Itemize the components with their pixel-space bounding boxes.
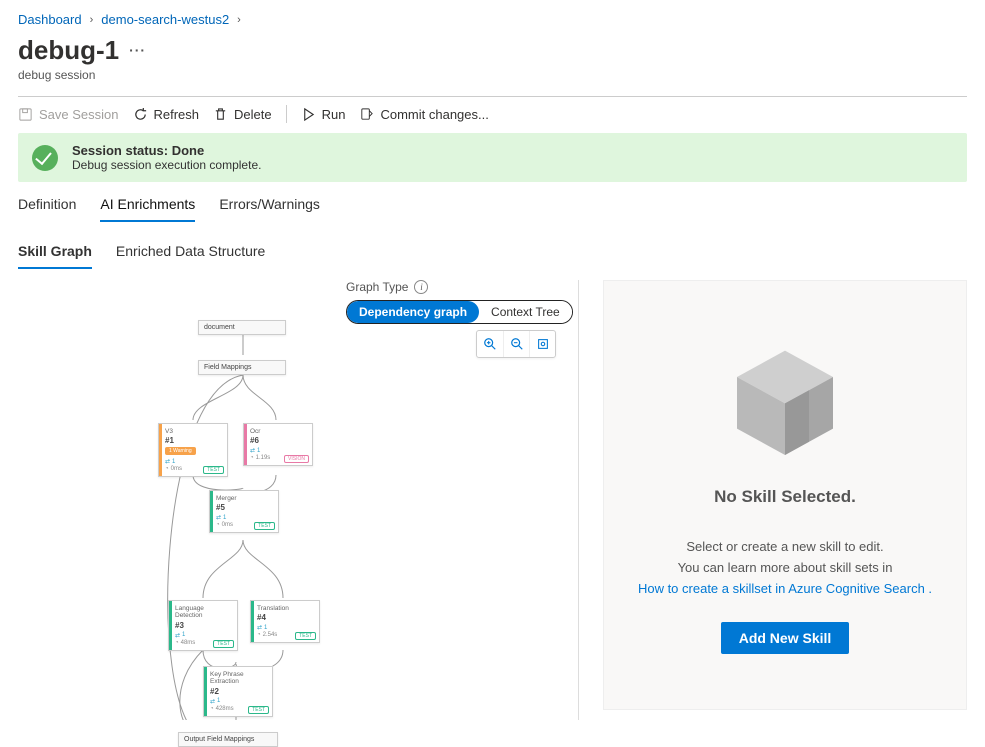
- node-output-field-mappings[interactable]: Output Field Mappings: [178, 732, 278, 747]
- no-skill-heading: No Skill Selected.: [714, 487, 856, 507]
- tab-errors-warnings[interactable]: Errors/Warnings: [219, 190, 320, 222]
- trash-icon: [213, 107, 228, 122]
- status-description: Debug session execution complete.: [72, 158, 261, 172]
- breadcrumb: Dashboard › demo-search-westus2 ›: [18, 12, 967, 27]
- page-title: debug-1: [18, 35, 119, 66]
- node-skill-6[interactable]: Ocr #6 ⇄ 1 ◔ 1.19s VISION: [243, 423, 313, 466]
- breadcrumb-dashboard[interactable]: Dashboard: [18, 12, 82, 27]
- no-skill-msg-1: Select or create a new skill to edit.: [686, 539, 883, 554]
- chevron-right-icon: ›: [237, 14, 241, 26]
- no-skill-msg-2: You can learn more about skill sets in: [678, 560, 893, 575]
- page-subtitle: debug session: [18, 68, 967, 82]
- node-field-mappings[interactable]: Field Mappings: [198, 360, 286, 375]
- skill-detail-panel: No Skill Selected. Select or create a ne…: [603, 280, 967, 710]
- tab-ai-enrichments[interactable]: AI Enrichments: [100, 190, 195, 222]
- dependency-graph[interactable]: document Field Mappings V3 #1 1 Warning …: [18, 280, 568, 720]
- tab-definition[interactable]: Definition: [18, 190, 76, 222]
- delete-button[interactable]: Delete: [213, 107, 272, 122]
- sub-tabs: Skill Graph Enriched Data Structure: [18, 239, 967, 269]
- status-title: Session status: Done: [72, 143, 261, 158]
- toolbar: Save Session Refresh Delete Run Commit c…: [18, 96, 967, 133]
- skillset-docs-link[interactable]: How to create a skillset in Azure Cognit…: [638, 581, 932, 596]
- cube-icon: [725, 341, 845, 461]
- check-icon: [32, 145, 58, 171]
- node-skill-3[interactable]: Language Detection #3 ⇄ 1 ◔ 48ms TEST: [168, 600, 238, 651]
- node-skill-4[interactable]: Translation #4 ⇄ 1 ◔ 2.54s TEST: [250, 600, 320, 643]
- commit-changes-button[interactable]: Commit changes...: [359, 107, 488, 122]
- save-session-button: Save Session: [18, 107, 119, 122]
- save-icon: [18, 107, 33, 122]
- primary-tabs: Definition AI Enrichments Errors/Warning…: [18, 190, 967, 223]
- refresh-icon: [133, 107, 148, 122]
- play-icon: [301, 107, 316, 122]
- breadcrumb-resource[interactable]: demo-search-westus2: [101, 12, 229, 27]
- refresh-button[interactable]: Refresh: [133, 107, 200, 122]
- run-button[interactable]: Run: [301, 107, 346, 122]
- node-document[interactable]: document: [198, 320, 286, 335]
- add-new-skill-button[interactable]: Add New Skill: [721, 622, 850, 654]
- more-actions-button[interactable]: ···: [129, 43, 146, 57]
- status-banner: Session status: Done Debug session execu…: [18, 133, 967, 182]
- subtab-enriched-data[interactable]: Enriched Data Structure: [116, 239, 265, 269]
- commit-icon: [359, 107, 374, 122]
- node-skill-1[interactable]: V3 #1 1 Warning ⇄ 1 ◔ 0ms TEST: [158, 423, 228, 477]
- node-skill-2[interactable]: Key Phrase Extraction #2 ⇄ 1 ◔ 428ms TES…: [203, 666, 273, 717]
- subtab-skill-graph[interactable]: Skill Graph: [18, 239, 92, 269]
- chevron-right-icon: ›: [90, 14, 94, 26]
- node-skill-5[interactable]: Merger #5 ⇄ 1 ◔ 0ms TEST: [209, 490, 279, 533]
- toolbar-separator: [286, 105, 287, 123]
